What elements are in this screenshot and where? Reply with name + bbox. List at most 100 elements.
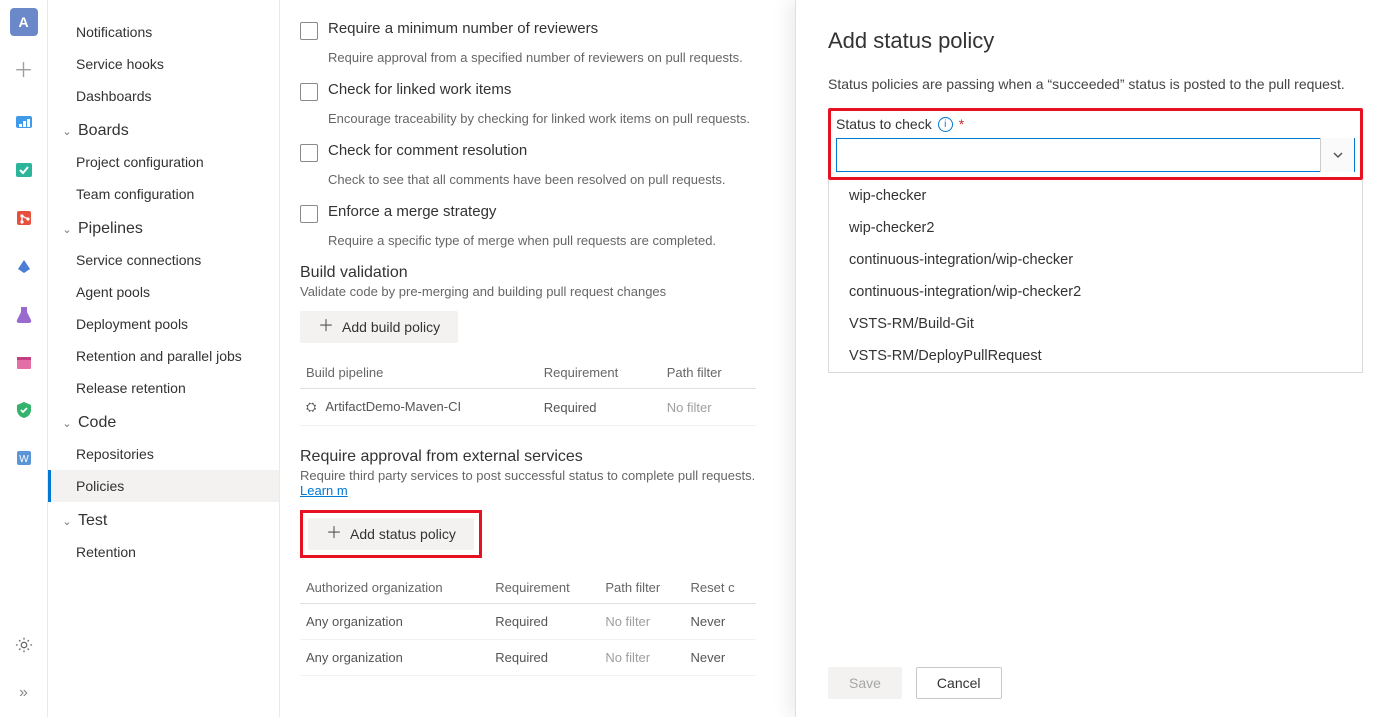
status-option[interactable]: VSTS-RM/DeployPullRequest	[829, 340, 1362, 372]
add-status-policy-label: Add status policy	[350, 526, 456, 542]
pipelines-icon[interactable]	[12, 254, 36, 278]
status-field-highlight: Status to check i *	[828, 108, 1363, 180]
policy-merge-strategy[interactable]: Enforce a merge strategy	[300, 203, 756, 223]
table-row[interactable]: Any organization Required No filter Neve…	[300, 640, 756, 676]
chevron-down-icon: ⌄	[60, 417, 74, 430]
add-build-policy-button[interactable]: ＋ Add build policy	[300, 311, 458, 343]
sidebar-item-repositories[interactable]: Repositories	[48, 438, 279, 470]
sidebar-item-service-hooks[interactable]: Service hooks	[48, 48, 279, 80]
project-badge[interactable]: A	[10, 8, 38, 36]
sidebar-item-test-retention[interactable]: Retention	[48, 536, 279, 568]
sidebar-group-label: Pipelines	[78, 220, 143, 238]
cell-filter: No filter	[661, 389, 756, 426]
policy-desc: Require a specific type of merge when pu…	[328, 233, 756, 248]
build-validation-heading: Build validation	[300, 264, 756, 282]
sidebar-group-label: Test	[78, 512, 107, 530]
policy-title: Check for comment resolution	[328, 142, 527, 162]
add-status-policy-button[interactable]: ＋ Add status policy	[308, 518, 474, 550]
status-dropdown: wip-checker wip-checker2 continuous-inte…	[828, 180, 1363, 373]
add-build-policy-label: Add build policy	[342, 319, 440, 335]
status-option[interactable]: wip-checker2	[829, 212, 1362, 244]
policy-desc: Check to see that all comments have been…	[328, 172, 756, 187]
sidebar-item-service-connections[interactable]: Service connections	[48, 244, 279, 276]
chevron-down-icon: ⌄	[60, 125, 74, 138]
status-option[interactable]: continuous-integration/wip-checker	[829, 244, 1362, 276]
status-option[interactable]: wip-checker	[829, 180, 1362, 212]
build-policy-table: Build pipeline Requirement Path filter ⛭…	[300, 357, 756, 426]
nav-rail: A ＋ W »	[0, 0, 48, 717]
sidebar-item-notifications[interactable]: Notifications	[48, 16, 279, 48]
sidebar-group-boards[interactable]: ⌄ Boards	[48, 112, 279, 146]
policy-title: Enforce a merge strategy	[328, 203, 496, 223]
sidebar-group-test[interactable]: ⌄ Test	[48, 502, 279, 536]
cell-pipeline: ArtifactDemo-Maven-CI	[325, 399, 461, 414]
policy-title: Check for linked work items	[328, 81, 511, 101]
plus-icon: ＋	[318, 319, 334, 335]
policy-linked-work-items[interactable]: Check for linked work items	[300, 81, 756, 101]
sidebar-item-deployment-pools[interactable]: Deployment pools	[48, 308, 279, 340]
checkbox[interactable]	[300, 144, 318, 162]
status-option[interactable]: continuous-integration/wip-checker2	[829, 276, 1362, 308]
pipeline-icon: ⛭	[306, 399, 316, 414]
sidebar-item-agent-pools[interactable]: Agent pools	[48, 276, 279, 308]
testplans-icon[interactable]	[12, 302, 36, 326]
col-org: Authorized organization	[300, 572, 489, 604]
required-mark: *	[959, 116, 964, 132]
policy-min-reviewers[interactable]: Require a minimum number of reviewers	[300, 20, 756, 40]
learn-more-link[interactable]: Learn m	[300, 483, 348, 498]
artifacts-icon[interactable]	[12, 350, 36, 374]
status-option[interactable]: VSTS-RM/Build-Git	[829, 308, 1362, 340]
panel-explain: Status policies are passing when a “succ…	[828, 76, 1363, 92]
col-build-pipeline: Build pipeline	[300, 357, 538, 389]
sidebar-item-retention-parallel[interactable]: Retention and parallel jobs	[48, 340, 279, 372]
cell-org: Any organization	[300, 604, 489, 640]
cell-req: Required	[489, 604, 599, 640]
status-to-check-label: Status to check i *	[836, 116, 1355, 132]
wiki-icon[interactable]: W	[12, 446, 36, 470]
plus-icon: ＋	[326, 526, 342, 542]
status-policy-table: Authorized organization Requirement Path…	[300, 572, 756, 676]
expand-icon[interactable]: »	[12, 681, 36, 705]
sidebar-item-project-config[interactable]: Project configuration	[48, 146, 279, 178]
new-item-button[interactable]: ＋	[10, 54, 38, 82]
sidebar-item-dashboards[interactable]: Dashboards	[48, 80, 279, 112]
col-path-filter: Path filter	[661, 357, 756, 389]
sidebar-group-code[interactable]: ⌄ Code	[48, 404, 279, 438]
info-icon[interactable]: i	[938, 117, 953, 132]
chevron-down-icon: ⌄	[60, 515, 74, 528]
sidebar-item-team-config[interactable]: Team configuration	[48, 178, 279, 210]
policy-desc: Require approval from a specified number…	[328, 50, 756, 65]
table-row[interactable]: Any organization Required No filter Neve…	[300, 604, 756, 640]
checkbox[interactable]	[300, 22, 318, 40]
external-sub: Require third party services to post suc…	[300, 468, 756, 498]
panel-title: Add status policy	[828, 28, 1363, 54]
checkbox[interactable]	[300, 205, 318, 223]
svg-text:W: W	[19, 454, 29, 465]
col-reset: Reset c	[685, 572, 756, 604]
sidebar-item-release-retention[interactable]: Release retention	[48, 372, 279, 404]
settings-sidebar: Notifications Service hooks Dashboards ⌄…	[48, 0, 280, 717]
overview-icon[interactable]	[12, 110, 36, 134]
chevron-down-icon: ⌄	[60, 223, 74, 236]
status-to-check-combobox[interactable]	[836, 138, 1355, 172]
compliance-icon[interactable]	[12, 398, 36, 422]
status-to-check-input[interactable]	[837, 147, 1320, 163]
policy-comment-resolution[interactable]: Check for comment resolution	[300, 142, 756, 162]
add-status-policy-highlight: ＋ Add status policy	[300, 510, 482, 558]
cell-requirement: Required	[538, 389, 661, 426]
cancel-button[interactable]: Cancel	[916, 667, 1002, 699]
sidebar-group-label: Boards	[78, 122, 129, 140]
chevron-down-icon[interactable]	[1320, 138, 1354, 172]
repos-icon[interactable]	[12, 206, 36, 230]
boards-icon[interactable]	[12, 158, 36, 182]
checkbox[interactable]	[300, 83, 318, 101]
sidebar-group-pipelines[interactable]: ⌄ Pipelines	[48, 210, 279, 244]
cell-org: Any organization	[300, 640, 489, 676]
cell-reset: Never	[685, 604, 756, 640]
cell-reset: Never	[685, 640, 756, 676]
table-row[interactable]: ⛭ ArtifactDemo-Maven-CI Required No filt…	[300, 389, 756, 426]
save-button: Save	[828, 667, 902, 699]
sidebar-group-label: Code	[78, 414, 116, 432]
settings-icon[interactable]	[12, 633, 36, 657]
sidebar-item-policies[interactable]: Policies	[48, 470, 279, 502]
